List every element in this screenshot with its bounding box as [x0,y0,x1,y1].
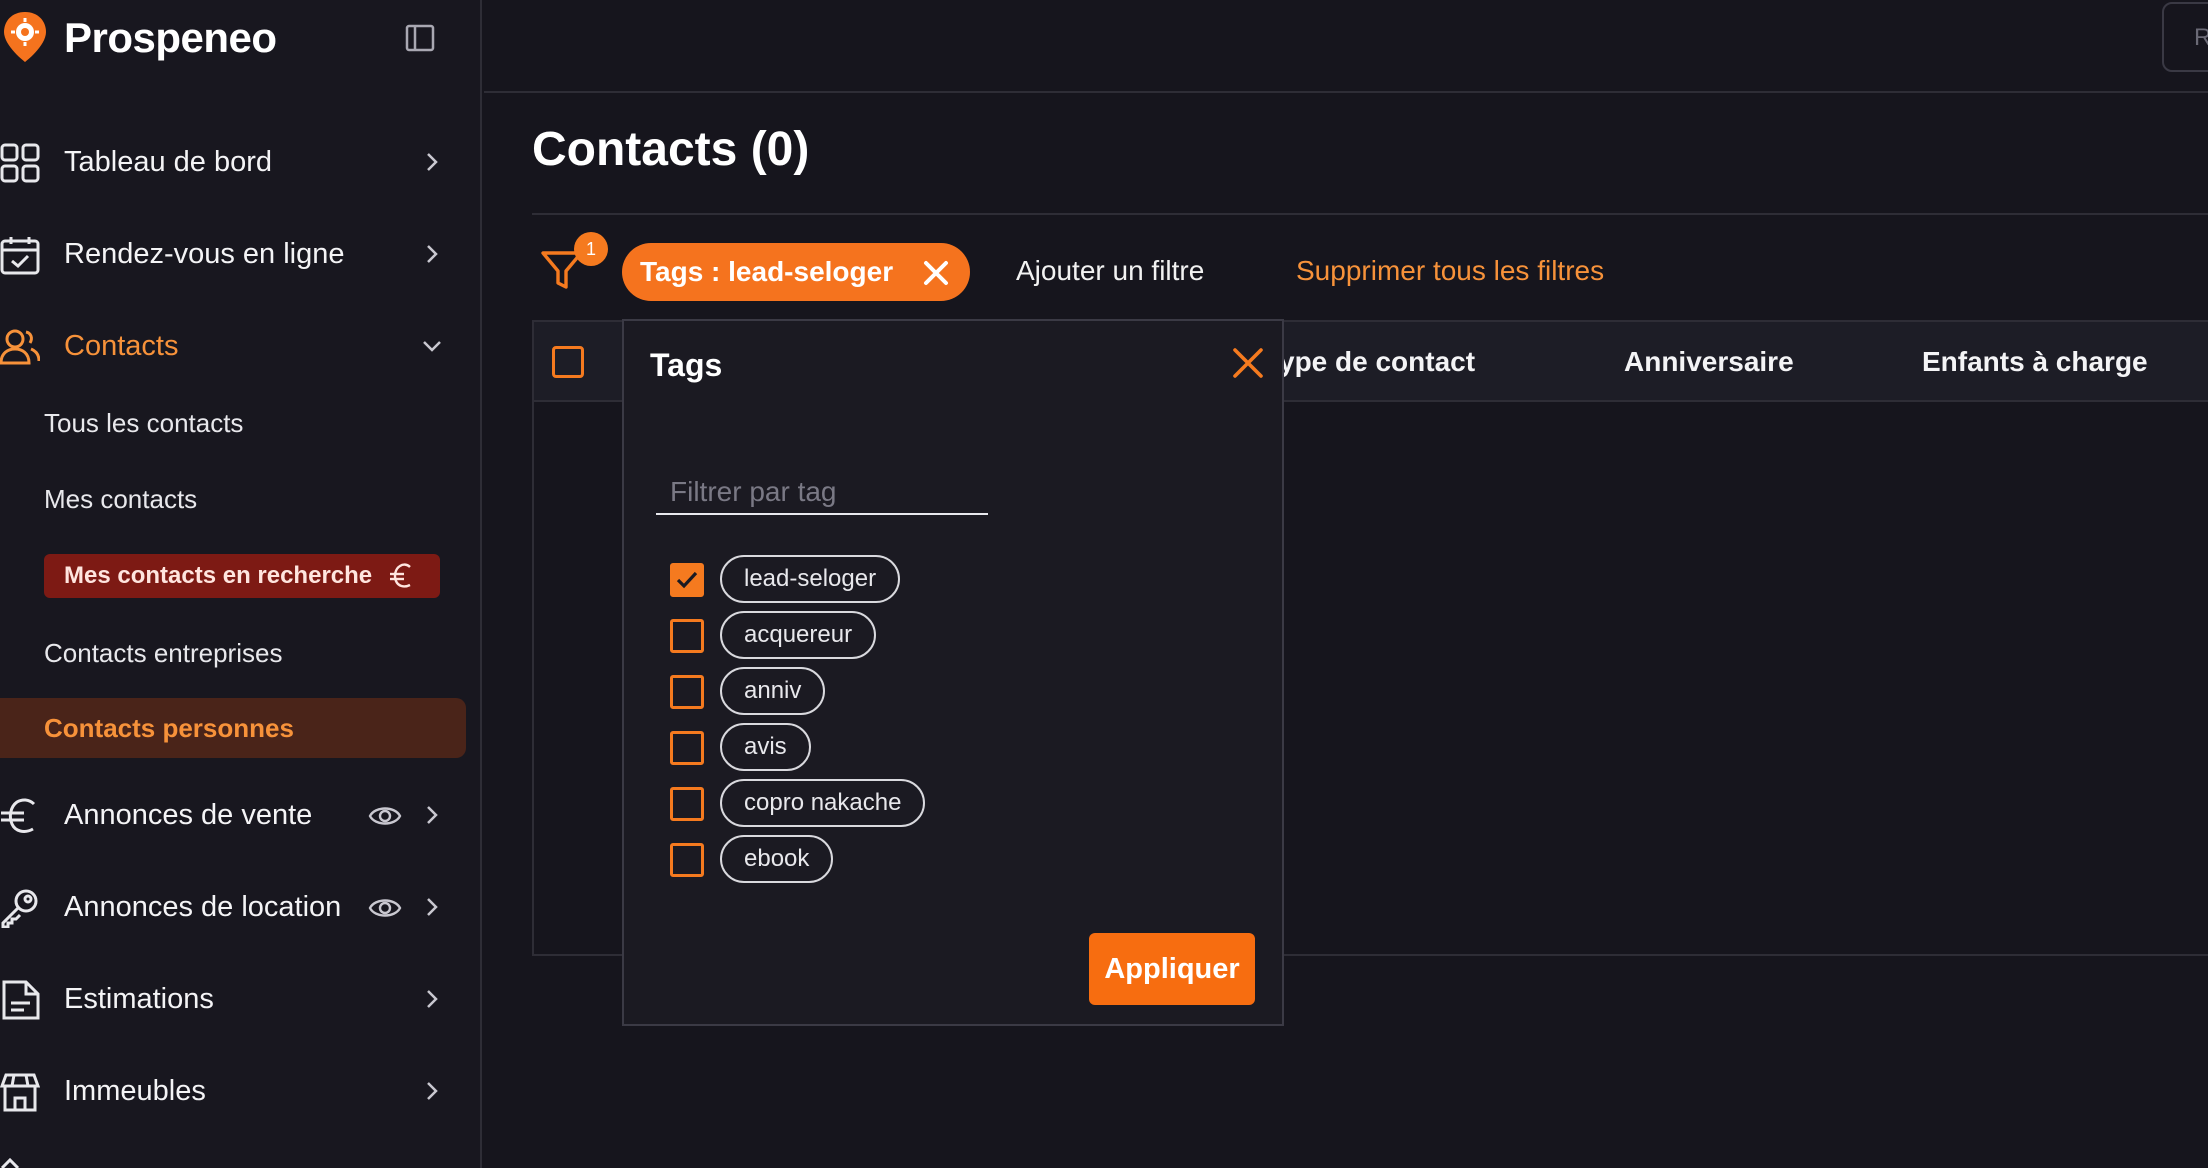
select-all-checkbox[interactable] [552,346,584,378]
tag-pill[interactable]: ebook [720,835,834,883]
eye-icon[interactable] [368,801,402,831]
users-icon [0,329,40,365]
sidebar-item-label: Tableau de bord [64,146,272,178]
sidebar-item-label: Annonces de location [64,891,342,923]
sidebar-item-annonces-vente[interactable]: Annonces de vente [0,779,460,849]
sidebar-item-label: Annonces de vente [64,799,313,831]
check-icon [676,571,698,589]
tags-filter-popup: Tags lead-seloger acquereur anniv avis c… [622,319,1284,1026]
tag-checkbox[interactable] [670,787,704,821]
sidebar-item-label: Rendez-vous en ligne [64,238,345,270]
sidebar-subitem-label: Mes contacts en recherche [64,562,373,589]
tag-option[interactable]: copro nakache [670,779,1070,827]
sidebar-item-contacts[interactable]: Contacts [0,310,460,380]
euro-icon [390,563,411,588]
sidebar-item-rendez-vous[interactable]: Rendez-vous en ligne [0,218,460,288]
tag-option[interactable]: lead-seloger [670,555,1070,603]
tag-pill[interactable]: avis [720,723,811,771]
close-icon[interactable] [922,259,950,287]
key-icon [1,889,38,928]
tag-checkbox[interactable] [670,731,704,765]
clear-filters-button[interactable]: Supprimer tous les filtres [1296,255,1604,287]
tag-search-input[interactable] [656,471,988,515]
sidebar-item-estimations[interactable]: Estimations [0,963,460,1033]
sidebar-subitem-tous-les-contacts[interactable]: Tous les contacts [44,408,243,439]
column-header-type-contact[interactable]: ype de contact [1279,346,1475,378]
sidebar-toggle-icon[interactable] [404,22,436,54]
brand-name: Prospeneo [64,14,277,61]
dashboard-icon [0,143,40,183]
global-search-text: R [2194,24,2208,51]
chevron-right-icon [427,153,438,171]
sidebar-item-tableau-de-bord[interactable]: Tableau de bord [0,126,460,196]
tag-option[interactable]: acquereur [670,611,1070,659]
active-filter-label: Tags : lead-seloger [640,256,894,287]
chevron-right-icon [427,898,438,916]
active-filter-chip[interactable]: Tags : lead-seloger [622,243,970,301]
store-icon [0,1073,40,1112]
sidebar-item-annonces-location[interactable]: Annonces de location [0,871,460,941]
sidebar-subitem-mes-contacts[interactable]: Mes contacts [44,484,197,515]
chevron-right-icon [427,990,438,1008]
global-search-input[interactable]: R [2162,2,2208,72]
sidebar-subitem-contacts-personnes[interactable]: Contacts personnes [0,698,466,758]
tag-checkbox[interactable] [670,619,704,653]
tag-option[interactable]: ebook [670,835,1070,883]
chevron-right-icon [427,245,438,263]
chevron-right-icon [427,806,438,824]
chevron-down-icon [423,341,441,352]
tag-checkbox[interactable] [670,843,704,877]
chevron-right-icon [427,1082,438,1100]
sidebar-item-label: Contacts [64,330,179,362]
partial-nav-icon [0,1158,20,1168]
page-title: Contacts (0) [532,123,810,176]
filter-count-badge: 1 [574,232,608,266]
sidebar-item-label: Immeubles [64,1075,206,1107]
sidebar-item-immeubles[interactable]: Immeubles [0,1055,460,1125]
apply-button[interactable]: Appliquer [1089,933,1255,1005]
add-filter-button[interactable]: Ajouter un filtre [1016,255,1204,287]
tag-checkbox[interactable] [670,563,704,597]
tag-pill[interactable]: anniv [720,667,826,715]
sidebar-subitem-mes-contacts-en-recherche[interactable]: Mes contacts en recherche [44,554,440,598]
euro-icon [1,798,36,833]
sidebar-subitem-contacts-entreprises[interactable]: Contacts entreprises [44,638,282,669]
tag-pill[interactable]: lead-seloger [720,555,901,603]
tag-option[interactable]: avis [670,723,1070,771]
tag-option[interactable]: anniv [670,667,1070,715]
document-icon [2,980,40,1020]
column-header-enfants[interactable]: Enfants à charge [1922,346,2148,378]
brand: Prospeneo [0,0,480,80]
tag-pill[interactable]: acquereur [720,611,877,659]
calendar-check-icon [0,237,40,275]
close-icon[interactable] [1230,345,1266,381]
divider [532,213,2208,215]
tag-checkbox[interactable] [670,675,704,709]
sidebar-subitem-label: Contacts personnes [44,713,294,743]
sidebar-item-label: Estimations [64,983,214,1015]
popup-title: Tags [650,347,723,383]
tag-pill[interactable]: copro nakache [720,779,926,827]
topbar: R [484,0,2208,93]
sidebar: Prospeneo Tableau de bord Rendez-vous en… [0,0,482,1168]
logo-icon [4,12,46,62]
eye-icon[interactable] [368,893,402,923]
column-header-anniversaire[interactable]: Anniversaire [1624,346,1794,378]
